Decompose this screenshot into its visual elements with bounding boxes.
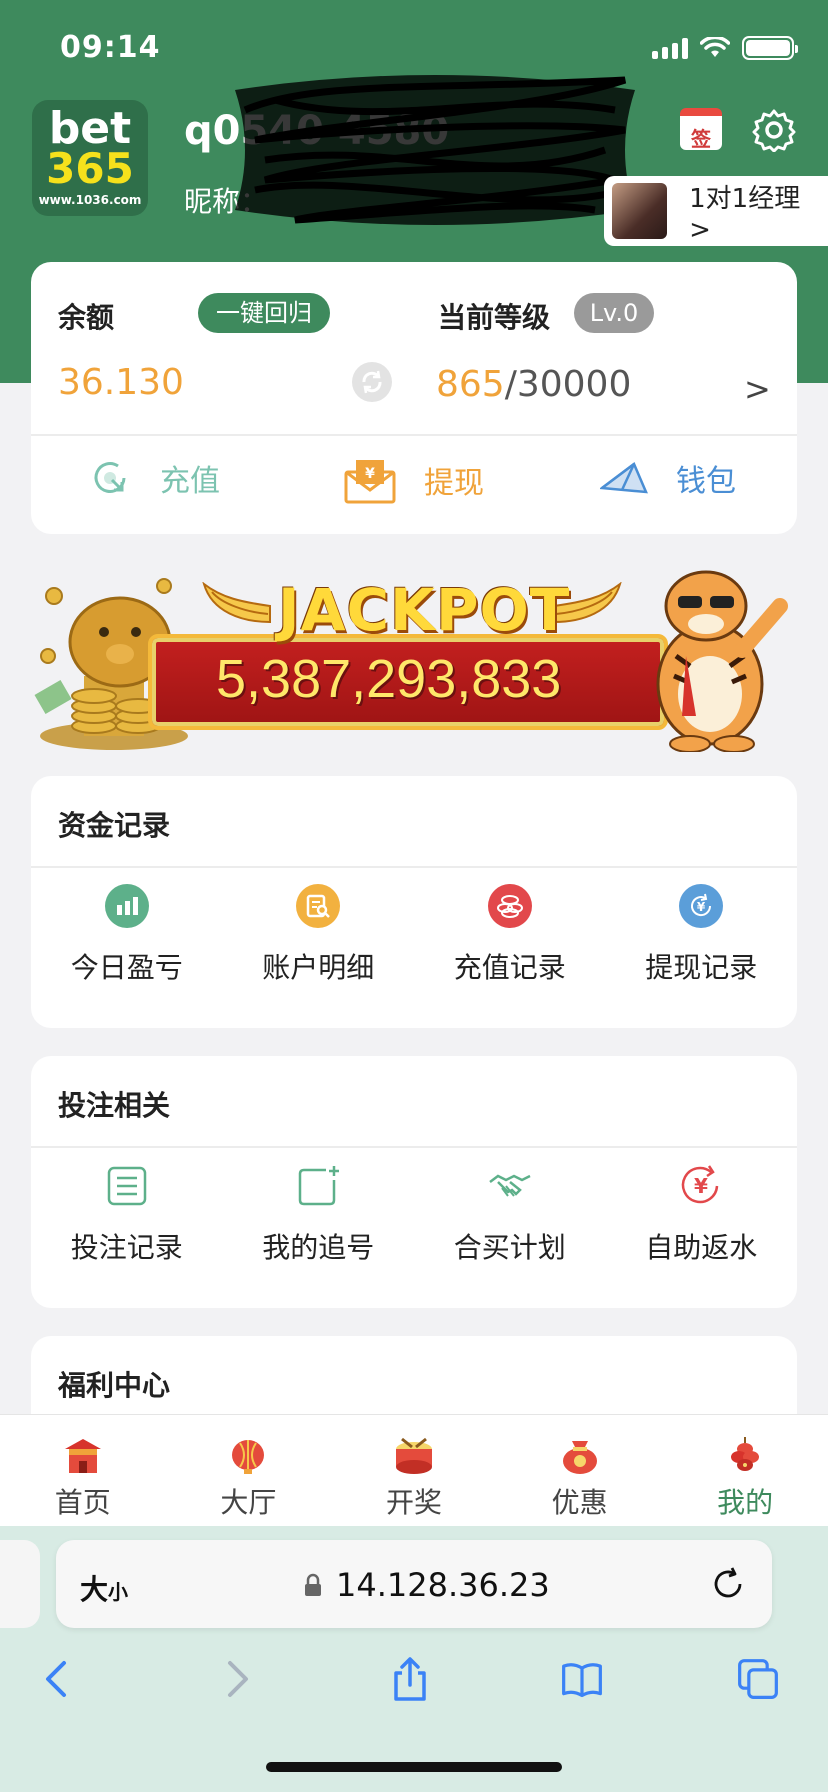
forward-icon[interactable] <box>214 1655 258 1703</box>
lantern-icon <box>232 1440 265 1474</box>
svg-text:¥: ¥ <box>365 466 375 482</box>
tab-lobby[interactable]: 大厅 <box>166 1415 332 1526</box>
tabs-icon[interactable] <box>736 1655 780 1703</box>
reload-icon[interactable] <box>710 1566 746 1602</box>
item-label: 自助返水 <box>645 1231 758 1264</box>
level-chevron-icon[interactable]: > <box>744 370 771 408</box>
item-label: 提现记录 <box>645 951 758 984</box>
tiger-mascot-illustration <box>656 570 788 752</box>
jackpot-title: JACKPOT <box>278 576 571 644</box>
account-details-item[interactable]: 账户明细 <box>223 884 415 986</box>
tab-home[interactable]: 首页 <box>0 1415 166 1526</box>
battery-icon <box>742 36 798 60</box>
svg-text:¥: ¥ <box>697 900 706 914</box>
coins-icon <box>487 884 532 928</box>
tab-promotions[interactable]: 优惠 <box>497 1415 663 1526</box>
sign-in-calendar-icon[interactable]: 签 <box>680 108 722 151</box>
left-wing-decoration <box>202 582 271 624</box>
svg-text:¥: ¥ <box>694 1174 708 1198</box>
withdraw-button[interactable]: ¥ 提现 <box>344 456 484 504</box>
divider <box>31 434 797 436</box>
wallet-plane-icon <box>600 462 648 494</box>
refresh-balance-icon[interactable] <box>352 362 392 402</box>
home-indicator <box>266 1762 562 1772</box>
level-badge: Lv.0 <box>574 293 654 333</box>
joint-purchase-plan-item[interactable]: 合买计划 <box>414 1164 606 1266</box>
lucky-bag-icon <box>562 1441 597 1474</box>
divider <box>31 866 797 868</box>
item-label: 合买计划 <box>453 1231 566 1264</box>
drum-icon <box>395 1437 432 1474</box>
recharge-label: 充值 <box>160 464 220 499</box>
bookmarks-icon[interactable] <box>560 1655 604 1703</box>
my-chase-number-item[interactable]: 我的追号 <box>223 1164 415 1266</box>
back-icon[interactable] <box>36 1655 80 1703</box>
wallet-button[interactable]: 钱包 <box>600 456 736 500</box>
level-label: 当前等级 <box>438 301 551 334</box>
section-title: 资金记录 <box>58 809 171 842</box>
withdraw-label: 提现 <box>424 466 484 501</box>
tab-lottery-draw[interactable]: 开奖 <box>331 1415 497 1526</box>
withdraw-envelope-icon: ¥ <box>344 460 396 504</box>
self-rebate-item[interactable]: ¥ 自助返水 <box>606 1164 798 1266</box>
one-click-recall-button[interactable]: 一键回归 <box>198 293 330 333</box>
document-search-icon <box>296 884 341 928</box>
item-label: 今日盈亏 <box>70 951 183 984</box>
section-title: 投注相关 <box>58 1089 171 1122</box>
home-temple-icon <box>64 1439 101 1473</box>
firecracker-icon <box>731 1437 760 1471</box>
bottom-tab-bar: 首页 大厅 开奖 优惠 我的 <box>0 1414 828 1526</box>
gear-icon[interactable] <box>752 108 796 152</box>
betting-section: 投注相关 投注记录 我的追号 合买计划 ¥ 自助返水 <box>31 1056 797 1308</box>
wifi-icon <box>700 37 730 57</box>
yen-cycle-icon: ¥ <box>679 884 724 928</box>
balance-value: 36.130 <box>58 362 184 403</box>
tab-mine[interactable]: 我的 <box>662 1415 828 1526</box>
withdraw-records-item[interactable]: ¥ 提现记录 <box>606 884 798 986</box>
redaction-scribble <box>235 75 635 225</box>
previous-tab-preview[interactable] <box>0 1540 40 1628</box>
level-progress-total: /30000 <box>504 364 632 405</box>
recharge-icon <box>94 462 126 493</box>
balance-label: 余额 <box>58 301 115 334</box>
bet-records-item[interactable]: 投注记录 <box>31 1164 223 1266</box>
divider <box>31 1146 797 1148</box>
item-label: 充值记录 <box>453 951 566 984</box>
jackpot-amount: 5,387,293,833 <box>216 649 562 709</box>
lock-icon <box>305 1573 321 1596</box>
funds-records-section: 资金记录 今日盈亏 账户明细 充值记录 ¥ 提现记录 <box>31 776 797 1028</box>
cellular-signal-icon <box>652 37 688 59</box>
item-label: 投注记录 <box>70 1231 183 1264</box>
text-size-button[interactable]: 大小 <box>80 1568 128 1608</box>
list-icon <box>107 1166 146 1206</box>
brand-logo: bet 365 www.1036.com <box>32 100 148 216</box>
wallet-label: 钱包 <box>676 464 736 499</box>
today-profit-loss-item[interactable]: 今日盈亏 <box>31 884 223 986</box>
url-text[interactable]: 14.128.36.23 <box>336 1566 550 1604</box>
share-icon[interactable] <box>388 1655 432 1703</box>
recharge-button[interactable]: 充值 <box>88 456 220 500</box>
handshake-icon <box>489 1174 531 1197</box>
status-time: 09:14 <box>60 30 161 65</box>
item-label: 我的追号 <box>262 1231 375 1264</box>
add-square-icon <box>299 1166 340 1206</box>
manager-avatar <box>612 183 668 239</box>
section-title: 福利中心 <box>58 1369 171 1402</box>
level-progress[interactable]: 865/30000 <box>436 364 631 405</box>
status-icons <box>652 36 798 60</box>
item-label: 账户明细 <box>262 951 375 984</box>
account-manager-button[interactable]: 1对1经理 > <box>604 176 828 246</box>
yen-return-icon: ¥ <box>682 1165 719 1204</box>
level-progress-current: 865 <box>436 364 505 405</box>
manager-label: 1对1经理 > <box>689 183 801 245</box>
bar-chart-icon <box>104 884 149 928</box>
recharge-records-item[interactable]: 充值记录 <box>414 884 606 986</box>
